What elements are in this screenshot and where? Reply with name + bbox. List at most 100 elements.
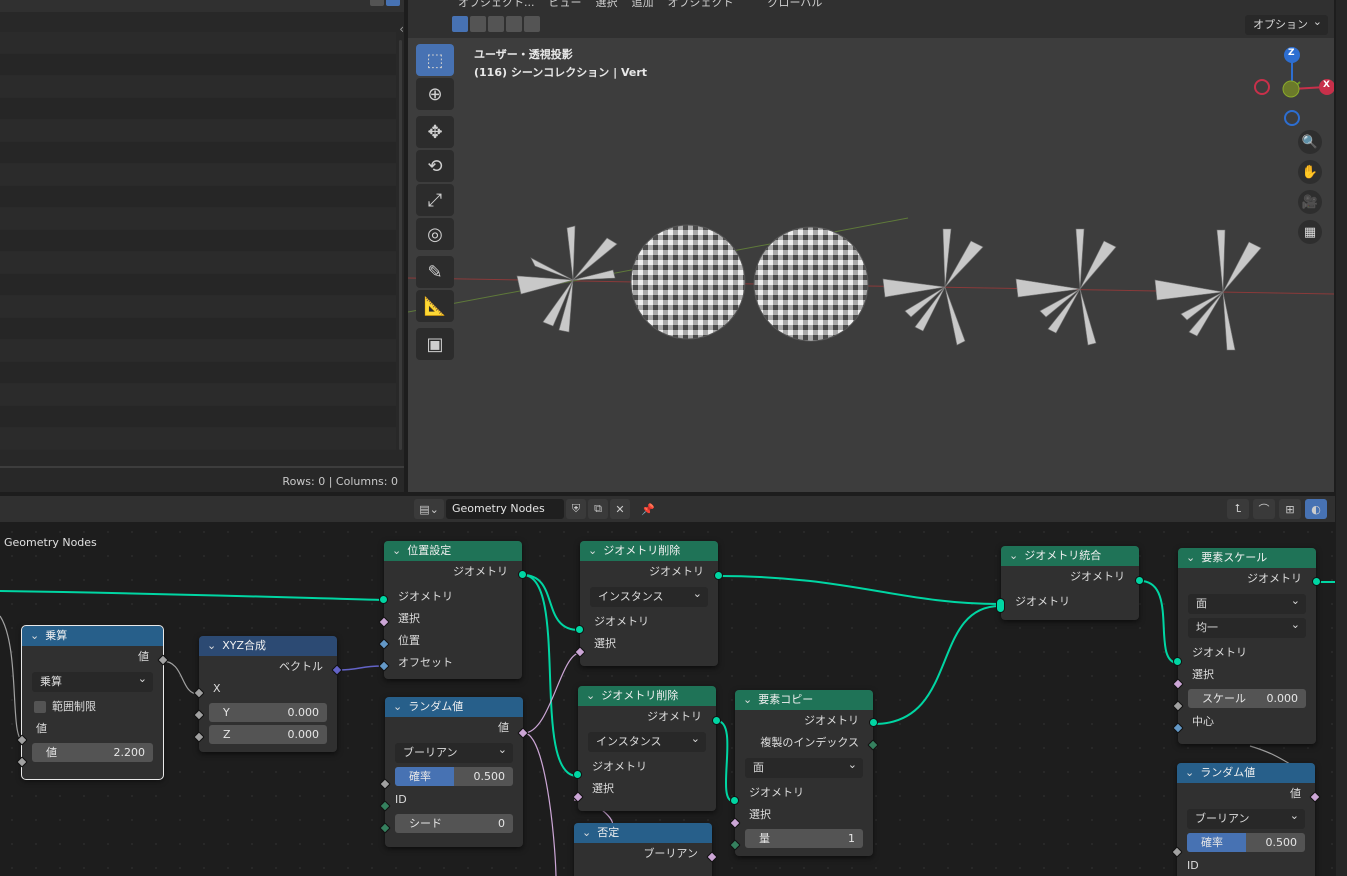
grid-ortho-icon[interactable]: ▦ bbox=[1298, 220, 1322, 244]
overlay-toggle-icon[interactable]: ◐ bbox=[1305, 499, 1327, 519]
pan-hand-icon[interactable]: ✋ bbox=[1298, 160, 1322, 184]
scale-mode-dropdown[interactable]: 均一 bbox=[1188, 615, 1306, 638]
duplicate-icon[interactable]: ⧉ bbox=[588, 499, 608, 519]
chevron-left-icon[interactable]: ‹ bbox=[399, 22, 404, 36]
seed-field[interactable]: シード 0 bbox=[395, 814, 513, 833]
scale-tool-icon[interactable]: ⤢ bbox=[416, 184, 454, 216]
zoom-icon[interactable]: 🔍 bbox=[1298, 130, 1322, 154]
domain-dropdown[interactable]: 面 bbox=[1188, 591, 1306, 614]
node-random-value[interactable]: ランダム値 値 ブーリアン 確率 0.500 ID bbox=[1171, 763, 1321, 876]
navigation-gizmo[interactable]: Z X 🔍 ✋ 🎥 ▦ bbox=[1234, 44, 1334, 244]
node-combine-xyz[interactable]: XYZ合成 ベクトル X Y 0.000 Z 0.000 bbox=[193, 636, 343, 752]
node-random-value[interactable]: ランダム値 値 ブーリアン 確率 0.500 ID シード 0 bbox=[379, 697, 529, 847]
node-header[interactable]: ランダム値 bbox=[1177, 763, 1315, 783]
input-socket[interactable] bbox=[730, 796, 739, 805]
node-set-position[interactable]: 位置設定 ジオメトリ ジオメトリ 選択 位置 オフセット bbox=[378, 541, 527, 679]
node-header[interactable]: 否定 bbox=[574, 823, 712, 843]
domain-dropdown[interactable]: インスタンス bbox=[590, 584, 708, 607]
node-delete-geometry[interactable]: ジオメトリ削除 ジオメトリ インスタンス ジオメトリ 選択 bbox=[574, 541, 723, 666]
clamp-checkbox[interactable]: 範囲制限 bbox=[22, 696, 163, 718]
select-extend-icon[interactable] bbox=[470, 16, 486, 32]
node-header[interactable]: XYZ合成 bbox=[199, 636, 337, 656]
snap-target-icon[interactable]: ⊞ bbox=[1279, 499, 1301, 519]
transform-orientation-dropdown[interactable]: グローバル bbox=[768, 0, 823, 10]
output-socket[interactable] bbox=[1312, 577, 1321, 586]
select-box-tool-icon[interactable]: ⬚ bbox=[416, 44, 454, 76]
node-header[interactable]: 位置設定 bbox=[384, 541, 522, 561]
value-field[interactable]: 値 2.200 bbox=[32, 743, 153, 762]
data-type-dropdown[interactable]: ブーリアン bbox=[1187, 806, 1305, 829]
socket-label: 選択 bbox=[592, 782, 614, 795]
input-socket[interactable] bbox=[575, 625, 584, 634]
domain-dropdown[interactable]: 面 bbox=[745, 755, 863, 778]
output-socket[interactable] bbox=[712, 716, 721, 725]
snap-icon[interactable]: ⌒ bbox=[1253, 499, 1275, 519]
camera-icon[interactable]: 🎥 bbox=[1298, 190, 1322, 214]
z-field[interactable]: Z 0.000 bbox=[209, 725, 327, 744]
parent-node-tree-icon[interactable]: ⮤ bbox=[1227, 499, 1249, 519]
node-tree-type-icon[interactable]: ▤⌄ bbox=[414, 499, 444, 519]
select-intersect-icon[interactable] bbox=[524, 16, 540, 32]
input-socket[interactable] bbox=[379, 595, 388, 604]
scale-field[interactable]: スケール 0.000 bbox=[1188, 689, 1306, 708]
select-invert-icon[interactable] bbox=[506, 16, 522, 32]
transform-tool-icon[interactable]: ◎ bbox=[416, 218, 454, 250]
menu-object[interactable]: オブジェクト bbox=[668, 0, 734, 10]
node-duplicate-elements[interactable]: 要素コピー ジオメトリ 複製のインデックス 面 ジオメトリ 選択 量1 bbox=[729, 690, 879, 856]
annotate-tool-icon[interactable]: ✎ bbox=[416, 256, 454, 288]
mode-dropdown[interactable]: オブジェクト... bbox=[458, 0, 535, 10]
output-socket[interactable] bbox=[518, 570, 527, 579]
output-socket[interactable] bbox=[1135, 576, 1144, 585]
node-header[interactable]: 要素スケール bbox=[1178, 548, 1316, 568]
pin-icon[interactable]: 📌 bbox=[638, 499, 658, 519]
node-editor[interactable]: ▤⌄ Geometry Nodes ⛨ ⧉ ✕ 📌 ⮤ ⌒ ⊞ ◐ Geomet… bbox=[0, 496, 1335, 876]
output-socket[interactable] bbox=[869, 718, 878, 727]
field-value: 1 bbox=[848, 832, 855, 845]
node-header[interactable]: 乗算 bbox=[22, 626, 163, 646]
socket-label: 複製のインデックス bbox=[760, 736, 859, 749]
breadcrumb: Geometry Nodes bbox=[4, 536, 97, 549]
node-multiply[interactable]: 乗算 値 乗算 範囲制限 値 値 2.200 bbox=[16, 625, 169, 780]
move-tool-icon[interactable]: ✥ bbox=[416, 116, 454, 148]
table-row bbox=[0, 120, 396, 142]
node-header[interactable]: ジオメトリ削除 bbox=[578, 686, 716, 706]
menu-select[interactable]: 選択 bbox=[596, 0, 618, 10]
input-socket[interactable] bbox=[1173, 657, 1182, 666]
input-socket-multi[interactable] bbox=[996, 598, 1005, 613]
node-delete-geometry[interactable]: ジオメトリ削除 ジオメトリ インスタンス ジオメトリ 選択 bbox=[572, 686, 721, 811]
node-header[interactable]: ジオメトリ削除 bbox=[580, 541, 718, 561]
header-toggle-buttons[interactable] bbox=[370, 0, 400, 8]
options-dropdown[interactable]: オプション bbox=[1245, 12, 1328, 35]
probability-field[interactable]: 確率 0.500 bbox=[395, 767, 513, 786]
cursor-tool-icon[interactable]: ⊕ bbox=[416, 78, 454, 110]
y-field[interactable]: Y 0.000 bbox=[209, 703, 327, 722]
fake-user-shield-icon[interactable]: ⛨ bbox=[566, 499, 586, 519]
vertical-scrollbar[interactable] bbox=[399, 40, 402, 450]
node-tree-name-field[interactable]: Geometry Nodes bbox=[446, 499, 564, 519]
node-scale-elements[interactable]: 要素スケール ジオメトリ 面 均一 ジオメトリ 選択 スケール 0.000 中心 bbox=[1172, 548, 1321, 744]
3d-viewport[interactable]: オブジェクト... ビュー 選択 追加 オブジェクト グローバル オプション ユ… bbox=[408, 0, 1334, 492]
node-header[interactable]: 要素コピー bbox=[735, 690, 873, 710]
select-new-icon[interactable] bbox=[452, 16, 468, 32]
select-subtract-icon[interactable] bbox=[488, 16, 504, 32]
measure-tool-icon[interactable]: 📐 bbox=[416, 290, 454, 322]
domain-dropdown[interactable]: インスタンス bbox=[588, 729, 706, 752]
menu-view[interactable]: ビュー bbox=[549, 0, 582, 10]
rotate-tool-icon[interactable]: ⟲ bbox=[416, 150, 454, 182]
node-join-geometry[interactable]: ジオメトリ統合 ジオメトリ ジオメトリ bbox=[996, 546, 1144, 620]
close-icon[interactable]: ✕ bbox=[610, 499, 630, 519]
menu-add[interactable]: 追加 bbox=[632, 0, 654, 10]
add-cube-tool-icon[interactable]: ▣ bbox=[416, 328, 454, 360]
node-header[interactable]: ジオメトリ統合 bbox=[1001, 546, 1139, 566]
checkbox-box[interactable] bbox=[34, 701, 46, 713]
data-type-dropdown[interactable]: ブーリアン bbox=[395, 740, 513, 763]
probability-field[interactable]: 確率 0.500 bbox=[1187, 833, 1305, 852]
field-label: 確率 bbox=[1201, 836, 1223, 849]
output-socket[interactable] bbox=[714, 571, 723, 580]
operation-dropdown[interactable]: 乗算 bbox=[32, 669, 153, 692]
input-socket[interactable] bbox=[573, 770, 582, 779]
node-header[interactable]: ランダム値 bbox=[385, 697, 523, 717]
socket-label: 値 bbox=[1290, 787, 1301, 800]
amount-field[interactable]: 量1 bbox=[745, 829, 863, 848]
node-not[interactable]: 否定 ブーリアン bbox=[574, 823, 718, 876]
